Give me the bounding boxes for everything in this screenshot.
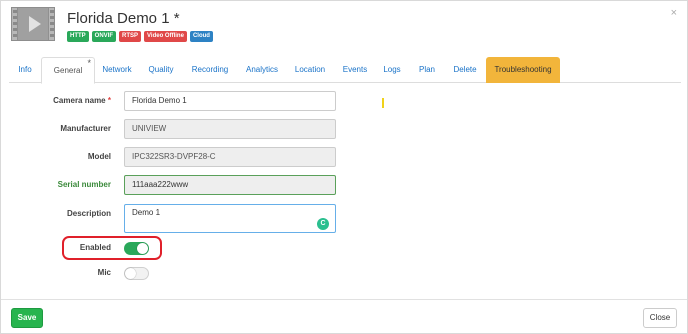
serial-number-label: Serial number (57, 180, 111, 189)
toggle-knob (125, 268, 136, 279)
tab-general-label: General (53, 66, 83, 75)
tab-troubleshooting[interactable]: Troubleshooting (486, 57, 560, 83)
badge-rtsp: RTSP (119, 31, 142, 42)
tab-bar: Info General * Network Quality Recording … (9, 57, 681, 84)
mic-row: Mic (1, 263, 341, 283)
close-button[interactable]: Close (643, 308, 677, 328)
tab-delete[interactable]: Delete (445, 57, 485, 83)
badge-video-offline: Video Offline (144, 31, 187, 42)
tab-general[interactable]: General * (41, 57, 95, 84)
serial-number-row: Serial number 111aaa222www (1, 175, 341, 195)
writing-assistant-icon[interactable]: C (317, 218, 329, 230)
camera-name-input[interactable]: Florida Demo 1 (124, 91, 336, 111)
tab-events[interactable]: Events (337, 57, 373, 83)
description-label: Description (66, 209, 111, 218)
model-row: Model IPC322SR3-DVPF28-C (1, 147, 341, 167)
video-play-icon (11, 7, 55, 41)
badge-onvif: ONVIF (91, 31, 117, 42)
model-field: IPC322SR3-DVPF28-C (124, 147, 336, 167)
camera-name-label: Camera name * (53, 96, 111, 105)
badge-cloud: Cloud (189, 31, 213, 42)
description-row: Description Demo 1 C (1, 204, 341, 234)
dialog-footer: Save Close (1, 299, 687, 333)
highlight-annotation (62, 236, 162, 260)
enabled-row: Enabled (1, 238, 341, 258)
tab-analytics[interactable]: Analytics (239, 57, 285, 83)
text-cursor-marker (382, 98, 384, 108)
manufacturer-label: Manufacturer (60, 124, 111, 133)
description-textarea[interactable]: Demo 1 (124, 204, 336, 233)
tab-logs[interactable]: Logs (377, 57, 407, 83)
model-label: Model (87, 152, 111, 161)
close-icon[interactable]: × (671, 7, 677, 19)
save-button[interactable]: Save (11, 308, 43, 328)
camera-title: Florida Demo 1 * (67, 10, 180, 27)
tab-network[interactable]: Network (97, 57, 137, 83)
tab-quality[interactable]: Quality (141, 57, 181, 83)
tab-info[interactable]: Info (11, 57, 39, 83)
manufacturer-field: UNIVIEW (124, 119, 336, 139)
camera-name-row: Camera name * Florida Demo 1 (1, 91, 341, 111)
tab-location[interactable]: Location (289, 57, 331, 83)
tab-recording[interactable]: Recording (185, 57, 235, 83)
unsaved-marker: * (87, 58, 91, 68)
manufacturer-row: Manufacturer UNIVIEW (1, 119, 341, 139)
mic-label: Mic (97, 268, 111, 277)
badge-http: HTTP (67, 31, 89, 42)
serial-number-input[interactable]: 111aaa222www (124, 175, 336, 195)
required-marker: * (107, 96, 111, 105)
camera-settings-dialog: Florida Demo 1 * HTTP ONVIF RTSP Video O… (0, 0, 688, 334)
tab-plan[interactable]: Plan (413, 57, 441, 83)
mic-toggle[interactable] (124, 267, 149, 280)
dialog-header: Florida Demo 1 * HTTP ONVIF RTSP Video O… (1, 1, 687, 53)
protocol-badges: HTTP ONVIF RTSP Video Offline Cloud (67, 31, 213, 42)
